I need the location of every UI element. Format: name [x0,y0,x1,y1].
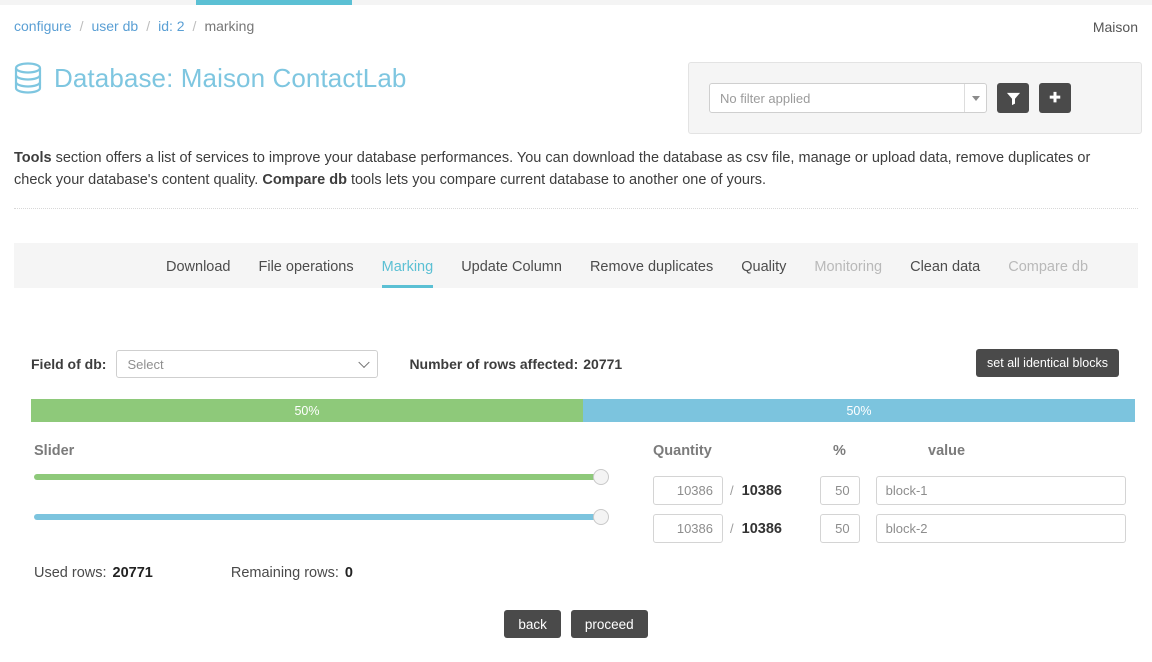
rows-affected-value: 20771 [583,356,623,372]
quantity-table: Quantity % value / 10386 / 10386 [653,443,1126,543]
distribution-segment-block-1: 50% [31,399,583,422]
value-input-block-1[interactable] [875,476,1126,505]
tab-marking[interactable]: Marking [368,259,448,288]
set-all-identical-blocks-button[interactable]: set all identical blocks [976,349,1119,377]
remaining-rows-value: 0 [344,565,353,581]
filter-select[interactable]: No filter applied [709,83,987,113]
top-progress-fill [196,0,352,5]
tab-update-column[interactable]: Update Column [447,259,576,288]
rows-affected-label: Number of rows affected: [409,356,579,372]
database-icon [14,62,42,94]
breadcrumb-item-id[interactable]: id: 2 [158,18,184,34]
description-text-2: tools lets you compare current database … [346,172,767,189]
column-header-percent: % [833,443,846,459]
field-of-db-select[interactable]: Select [116,350,379,378]
distribution-bar: 50% 50% [31,399,1135,422]
breadcrumb-item-marking: marking [204,18,255,34]
tab-compare-db: Compare db [1008,259,1089,275]
page-title: Database: Maison ContactLab [54,62,407,93]
field-of-db-label: Field of db: [31,356,107,372]
filter-panel-inner: No filter applied [709,83,1071,113]
breadcrumb-separator: / [146,18,151,34]
top-progress-bar [0,0,1152,5]
back-button[interactable]: back [504,610,561,638]
slider-track-block-2 [34,514,600,520]
quantity-separator: / [730,521,734,536]
rows-affected: Number of rows affected: 20771 [409,356,622,372]
chevron-down-icon [971,95,980,101]
field-of-db-select-value: Select [127,356,164,372]
chevron-down-icon [358,356,371,369]
tab-monitoring: Monitoring [814,259,883,275]
proceed-button[interactable]: proceed [570,610,648,638]
quantity-table-header: Quantity % value [653,443,1126,467]
filter-panel: No filter applied [688,62,1142,134]
breadcrumb: configure / user db / id: 2 / marking [14,18,254,34]
distribution-segment-block-2: 50% [583,399,1135,422]
tab-file-operations[interactable]: File operations [245,259,368,288]
page-title-row: Database: Maison ContactLab [14,62,406,94]
tab-remove-duplicates[interactable]: Remove duplicates [576,259,727,288]
filter-select-value: No filter applied [720,90,811,106]
page-root: configure / user db / id: 2 / marking Ma… [0,0,1152,662]
user-name-label[interactable]: Maison [1093,19,1138,35]
plus-icon [1048,91,1062,105]
column-header-value: value [928,443,966,459]
breadcrumb-item-user-db[interactable]: user db [91,18,138,34]
slider-block-1[interactable] [34,469,609,485]
value-input-block-2[interactable] [875,514,1126,543]
slider-handle-block-2[interactable] [593,509,609,525]
filter-select-caret[interactable] [964,84,986,112]
section-divider [14,208,1138,209]
slider-heading: Slider [34,443,75,459]
remaining-rows-label: Remaining rows: [230,565,339,581]
slider-block-2[interactable] [34,509,609,525]
tab-bar: Download File operations Marking Update … [14,243,1138,288]
action-buttons: back proceed [0,610,1152,638]
quantity-input-block-1[interactable] [653,476,723,505]
breadcrumb-separator: / [192,18,197,34]
apply-filter-button[interactable] [997,83,1029,113]
used-rows-value: 20771 [112,565,153,581]
quantity-row-block-2: / 10386 [653,514,1126,543]
tab-download[interactable]: Download [152,259,245,288]
description-bold-tools: Tools [14,150,52,166]
rows-summary: Used rows: 20771 Remaining rows: 0 [34,565,353,581]
quantity-total-block-1: 10386 [741,482,782,499]
quantity-separator: / [730,483,734,498]
funnel-icon [1006,91,1021,106]
tab-clean-data[interactable]: Clean data [896,259,994,288]
used-rows-label: Used rows: [34,565,107,581]
breadcrumb-separator: / [79,18,84,34]
quantity-input-block-2[interactable] [653,514,723,543]
tools-description: Tools section offers a list of services … [14,147,1104,192]
description-bold-compare-db: Compare db [262,172,347,189]
quantity-row-block-1: / 10386 [653,476,1126,505]
breadcrumb-item-configure[interactable]: configure [14,18,72,34]
slider-track-block-1 [34,474,600,480]
field-of-db-row: Field of db: Select Number of rows affec… [31,350,622,378]
quantity-total-block-2: 10386 [741,520,782,537]
column-header-quantity: Quantity [653,443,712,459]
percent-input-block-1[interactable] [819,476,860,505]
tab-quality[interactable]: Quality [727,259,800,288]
slider-handle-block-1[interactable] [593,469,609,485]
percent-input-block-2[interactable] [819,514,860,543]
add-filter-button[interactable] [1039,83,1071,113]
